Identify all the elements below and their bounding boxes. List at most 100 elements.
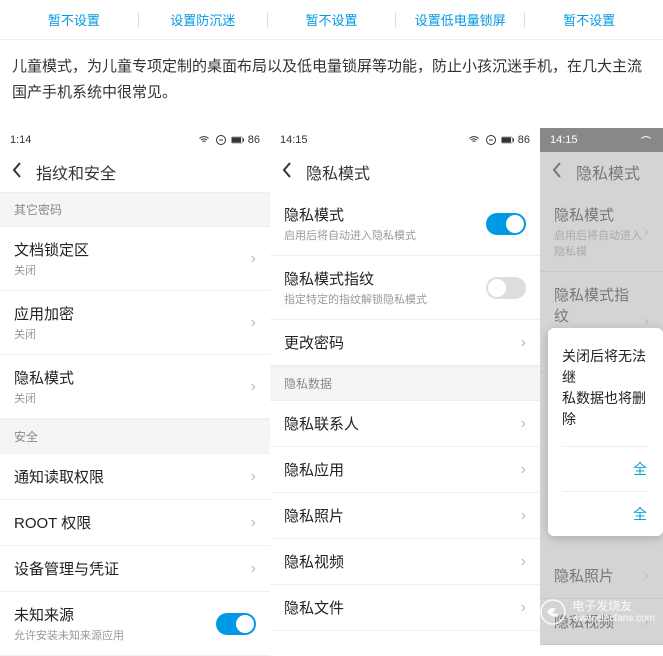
- row-title: 隐私照片: [554, 565, 614, 586]
- top-tab-0[interactable]: 暂不设置: [10, 10, 138, 29]
- settings-row[interactable]: 隐私照片 ›: [270, 493, 540, 539]
- settings-row[interactable]: 未知来源允许安装未知来源应用: [0, 592, 270, 656]
- settings-row[interactable]: 隐私视频 ›: [270, 539, 540, 585]
- dialog-button-1[interactable]: 全: [562, 446, 649, 491]
- settings-row[interactable]: 设备管理与凭证 ›: [0, 546, 270, 592]
- header-title: 隐私模式: [306, 160, 370, 184]
- wifi-icon: [639, 134, 653, 146]
- section-header: 隐私数据: [270, 366, 540, 401]
- watermark: 电子发烧友 www.elecfans.com: [540, 599, 655, 625]
- settings-row: 隐私模式启用后将自动进入隐私模 ›: [540, 192, 663, 272]
- row-title: 隐私模式: [14, 367, 74, 388]
- top-tab-1[interactable]: 设置防沉迷: [139, 10, 267, 29]
- description-text: 儿童模式，为儿童专项定制的桌面布局以及低电量锁屏等功能，防止小孩沉迷手机，在几大…: [0, 40, 663, 119]
- status-time: 1:14: [10, 134, 31, 146]
- logo-icon: [540, 599, 566, 625]
- settings-row[interactable]: 隐私应用 ›: [270, 447, 540, 493]
- settings-row[interactable]: 隐私模式指纹指定特定的指纹解锁隐私模式: [270, 256, 540, 320]
- battery-icon: [231, 134, 245, 146]
- chevron-right-icon: ›: [251, 378, 256, 396]
- top-tab-2[interactable]: 暂不设置: [268, 10, 396, 29]
- row-title: 隐私模式: [284, 204, 416, 225]
- dialog-button-2[interactable]: 全: [562, 491, 649, 536]
- settings-row[interactable]: 隐私模式启用后将自动进入隐私模式: [270, 192, 540, 256]
- do-not-disturb-icon: [484, 134, 498, 146]
- toggle-switch[interactable]: [216, 613, 256, 635]
- watermark-url: www.elecfans.com: [572, 613, 655, 624]
- row-title: 隐私模式指纹: [554, 284, 644, 326]
- status-icons: 86: [197, 134, 260, 146]
- settings-header: 隐私模式: [270, 152, 540, 192]
- header-title: 隐私模式: [576, 160, 640, 184]
- row-subtitle: 关闭: [14, 326, 74, 342]
- confirm-dialog: 关闭后将无法继 私数据也将删除 全 全: [548, 328, 663, 536]
- settings-row[interactable]: 隐私联系人 ›: [270, 401, 540, 447]
- chevron-right-icon: ›: [251, 514, 256, 532]
- settings-row[interactable]: 隐私文件 ›: [270, 585, 540, 631]
- row-subtitle: 允许安装未知来源应用: [14, 627, 124, 643]
- row-title: ROOT 权限: [14, 512, 91, 533]
- row-title: 文档锁定区: [14, 239, 89, 260]
- dialog-message: 关闭后将无法继 私数据也将删除: [562, 346, 649, 430]
- section-header: 其它密码: [0, 192, 270, 227]
- chevron-right-icon: ›: [521, 507, 526, 525]
- settings-row[interactable]: ROOT 权限 ›: [0, 500, 270, 546]
- chevron-right-icon: ›: [251, 468, 256, 486]
- toggle-switch[interactable]: [486, 213, 526, 235]
- back-icon[interactable]: [282, 161, 292, 184]
- status-bar: 1:14 86: [0, 128, 270, 152]
- status-time: 14:15: [280, 134, 308, 146]
- header-title: 指纹和安全: [36, 160, 116, 184]
- row-title: 应用加密: [14, 303, 74, 324]
- chevron-right-icon: ›: [521, 599, 526, 617]
- status-icons: 86: [467, 134, 530, 146]
- settings-row: 隐私照片 ›: [540, 553, 663, 599]
- status-bar: 14:15: [540, 128, 663, 152]
- phone-screenshots: 1:14 86 指纹和安全 其它密码 文档锁定区关闭 › 应用加密关闭 › 隐私…: [0, 128, 663, 656]
- row-subtitle: 指定特定的指纹解锁隐私模式: [284, 291, 427, 307]
- row-title: 隐私模式指纹: [284, 268, 427, 289]
- settings-row[interactable]: 文档锁定区关闭 ›: [0, 227, 270, 291]
- row-subtitle: 启用后将自动进入隐私模式: [284, 227, 416, 243]
- back-icon[interactable]: [12, 161, 22, 184]
- settings-row[interactable]: 应用加密关闭 ›: [0, 291, 270, 355]
- chevron-right-icon: ›: [644, 567, 649, 585]
- watermark-title: 电子发烧友: [572, 600, 655, 613]
- do-not-disturb-icon: [214, 134, 228, 146]
- row-title: 更改密码: [284, 332, 344, 353]
- row-title: 通知读取权限: [14, 466, 104, 487]
- chevron-right-icon: ›: [644, 223, 649, 241]
- row-title: 隐私视频: [284, 551, 344, 572]
- settings-row[interactable]: 隐私模式关闭 ›: [0, 355, 270, 419]
- status-bar: 14:15 86: [270, 128, 540, 152]
- row-title: 隐私照片: [284, 505, 344, 526]
- chevron-right-icon: ›: [251, 250, 256, 268]
- row-title: 未知来源: [14, 604, 124, 625]
- settings-row[interactable]: 通知读取权限 ›: [0, 454, 270, 500]
- row-subtitle: 启用后将自动进入隐私模: [554, 227, 644, 259]
- row-subtitle: 关闭: [14, 390, 74, 406]
- chevron-right-icon: ›: [251, 560, 256, 578]
- back-icon[interactable]: [552, 161, 562, 184]
- row-subtitle: 关闭: [14, 262, 89, 278]
- battery-icon: [501, 134, 515, 146]
- status-icons: [639, 134, 653, 146]
- settings-row[interactable]: 更改密码 ›: [270, 320, 540, 366]
- top-tab-4[interactable]: 暂不设置: [525, 10, 653, 29]
- chevron-right-icon: ›: [521, 415, 526, 433]
- phone-privacy-dialog: 14:15 隐私模式 隐私模式启用后将自动进入隐私模 › 隐私模式指纹指定特定的…: [540, 128, 663, 656]
- row-title: 设备管理与凭证: [14, 558, 119, 579]
- row-title: 隐私模式: [554, 204, 644, 225]
- phone-privacy-mode: 14:15 86 隐私模式 隐私模式启用后将自动进入隐私模式 隐私模式指纹指定特…: [270, 128, 540, 656]
- top-tabs: 暂不设置 设置防沉迷 暂不设置 设置低电量锁屏 暂不设置: [0, 0, 663, 40]
- toggle-switch[interactable]: [486, 277, 526, 299]
- top-tab-3[interactable]: 设置低电量锁屏: [396, 10, 524, 29]
- settings-header: 隐私模式: [540, 152, 663, 192]
- wifi-icon: [467, 134, 481, 146]
- chevron-right-icon: ›: [251, 314, 256, 332]
- row-title: 隐私联系人: [284, 413, 359, 434]
- battery-percent: 86: [518, 134, 530, 146]
- section-header: 安全: [0, 419, 270, 454]
- row-title: 隐私文件: [284, 597, 344, 618]
- battery-percent: 86: [248, 134, 260, 146]
